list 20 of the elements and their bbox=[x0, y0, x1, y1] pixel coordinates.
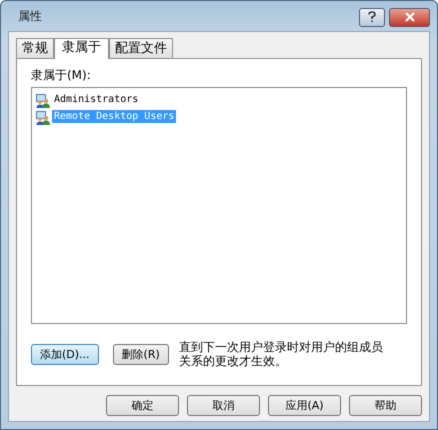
dialog-button[interactable]: 确定 bbox=[106, 395, 179, 416]
group-list[interactable]: Administrators Remote Desktop Users bbox=[31, 87, 407, 324]
tab[interactable]: 隶属于 bbox=[54, 38, 109, 59]
note-text: 直到下一次用户登录时对用户的组成员关系的更改才生效。 bbox=[178, 340, 384, 368]
action-button[interactable]: 添加(D)... bbox=[31, 344, 99, 364]
dialog-button[interactable]: 应用(A) bbox=[268, 395, 341, 416]
tab[interactable]: 常规 bbox=[16, 38, 54, 58]
dialog-button[interactable]: 取消 bbox=[187, 395, 260, 416]
users-icon bbox=[35, 108, 51, 124]
question-mark-icon bbox=[367, 11, 377, 23]
list-item[interactable]: Administrators bbox=[52, 93, 140, 106]
list-label: 隶属于(M): bbox=[31, 67, 92, 84]
action-button[interactable]: 删除(R) bbox=[112, 344, 169, 364]
close-icon bbox=[404, 12, 416, 22]
window-title: 属性 bbox=[17, 8, 42, 24]
tab[interactable]: 配置文件 bbox=[109, 38, 173, 58]
help-button[interactable] bbox=[359, 8, 385, 26]
users-icon bbox=[35, 92, 51, 108]
dialog-button[interactable]: 帮助 bbox=[349, 395, 422, 416]
close-button[interactable] bbox=[389, 8, 430, 26]
